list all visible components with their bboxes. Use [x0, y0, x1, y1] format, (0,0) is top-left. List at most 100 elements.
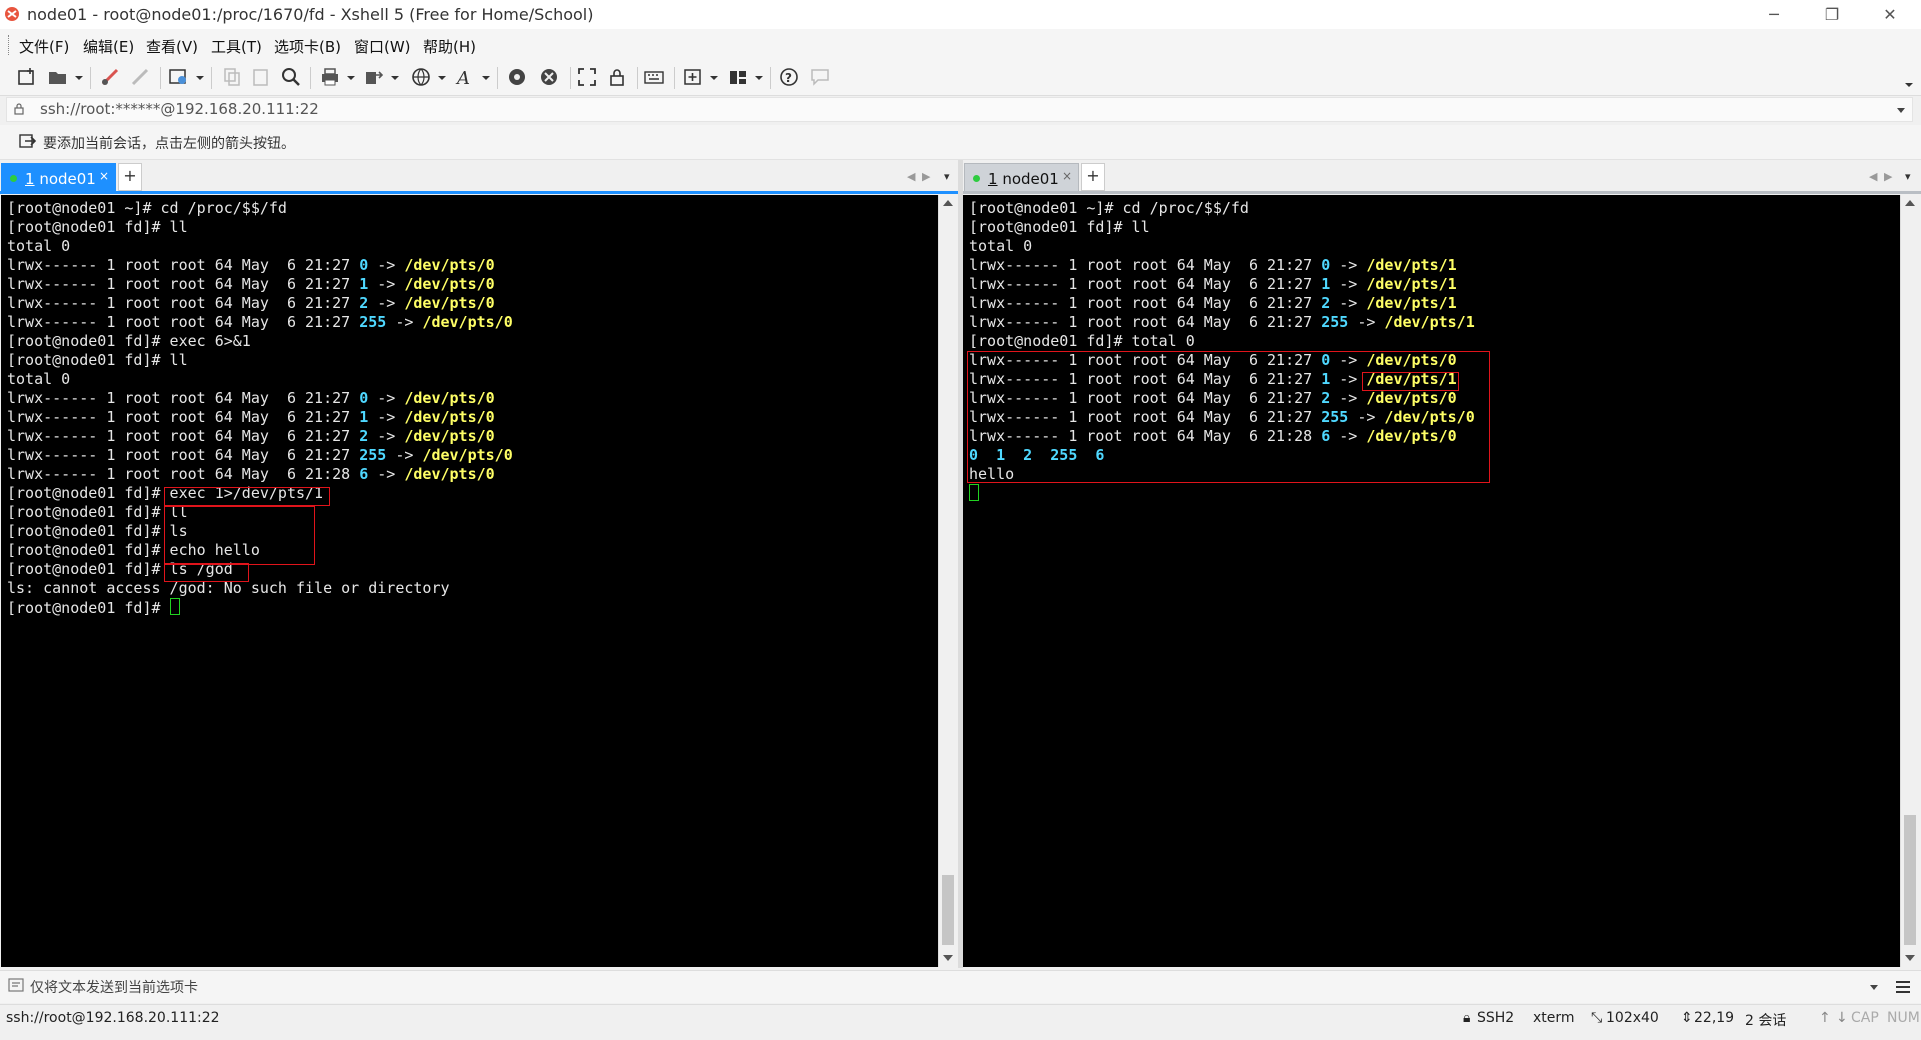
layout-dropdown-icon[interactable] — [755, 76, 763, 80]
status-caps: CAP — [1851, 1010, 1879, 1026]
terminal-right-scrollbar[interactable] — [1900, 195, 1920, 967]
window-title: node01 - root@node01:/proc/1670/fd - Xsh… — [27, 5, 594, 24]
copy-icon[interactable] — [221, 66, 243, 88]
scroll-down-icon[interactable] — [943, 955, 953, 961]
disconnect-icon[interactable] — [129, 66, 151, 88]
scroll-down-icon[interactable] — [1905, 955, 1915, 961]
tab-list-icon[interactable]: ▾ — [1905, 170, 1911, 183]
tab-scroll-left-icon[interactable]: ◀ — [907, 170, 915, 183]
terminal-right[interactable]: [root@node01 ~]# cd /proc/$$/fd [root@nod… — [963, 195, 1900, 967]
transfer-dropdown-icon[interactable] — [391, 76, 399, 80]
font-dropdown-icon[interactable] — [482, 76, 490, 80]
lock-icon[interactable] — [606, 66, 628, 88]
properties-icon[interactable] — [168, 66, 190, 88]
terminal-line: lrwx------ 1 root root 64 May 6 21:27 25… — [7, 313, 513, 332]
terminal-text: [root@node01 fd]# total 0 — [969, 332, 1195, 350]
terminal-line: total 0 — [7, 237, 513, 256]
terminal-line: [root@node01 fd]# ll — [7, 218, 513, 237]
device-path: /dev/pts/1 — [1366, 256, 1457, 274]
minimize-button[interactable]: ─ — [1745, 0, 1803, 29]
address-value[interactable]: ssh://root:******@192.168.20.111:22 — [40, 100, 319, 118]
tab-node01-right[interactable]: 1 node01 × — [964, 163, 1079, 192]
add-session-icon[interactable] — [682, 66, 704, 88]
fullscreen-icon[interactable] — [576, 66, 598, 88]
paste-icon[interactable] — [250, 66, 272, 88]
title-bar: node01 - root@node01:/proc/1670/fd - Xsh… — [0, 0, 1921, 29]
menu-view[interactable]: 查看(V) — [146, 36, 198, 57]
keyboard-icon[interactable] — [643, 66, 665, 88]
tab-close-icon[interactable]: × — [99, 169, 109, 183]
restore-button[interactable]: ❐ — [1803, 0, 1861, 29]
print-icon[interactable] — [319, 66, 341, 88]
tab-underline — [963, 191, 1921, 194]
chat-icon[interactable] — [809, 66, 831, 88]
address-dropdown-icon[interactable] — [1897, 108, 1905, 113]
tab-scroll-right-icon[interactable]: ▶ — [1884, 170, 1892, 183]
menu-edit[interactable]: 编辑(E) — [83, 36, 134, 57]
add-session-dropdown-icon[interactable] — [710, 76, 718, 80]
terminal-text: lrwx------ 1 root root 64 May 6 21:27 — [7, 427, 360, 445]
globe-dropdown-icon[interactable] — [438, 76, 446, 80]
font-icon[interactable]: A — [454, 66, 476, 89]
highlight-box — [967, 351, 1490, 483]
xftp-icon[interactable] — [506, 66, 528, 88]
menu-file[interactable]: 文件(F) — [19, 36, 69, 57]
help-icon[interactable]: ? — [778, 66, 800, 88]
tab-node01-left[interactable]: 1 node01 × — [1, 163, 116, 192]
scroll-up-icon[interactable] — [1905, 200, 1915, 206]
new-tab-button[interactable]: + — [1081, 163, 1105, 191]
xshell-logo-icon — [5, 7, 19, 21]
scroll-thumb[interactable] — [942, 875, 954, 945]
properties-dropdown-icon[interactable] — [196, 76, 204, 80]
terminal-text: lrwx------ 1 root root 64 May 6 21:27 — [7, 313, 360, 331]
tab-scroll-left-icon[interactable]: ◀ — [1869, 170, 1877, 183]
terminal-text: lrwx------ 1 root root 64 May 6 21:27 — [969, 256, 1322, 274]
terminal-line: lrwx------ 1 root root 64 May 6 21:27 1 … — [7, 408, 513, 427]
tab-scroll-right-icon[interactable]: ▶ — [922, 170, 930, 183]
globe-icon[interactable] — [410, 66, 432, 88]
compose-dropdown-icon[interactable] — [1870, 985, 1878, 990]
tab-number: 1 — [25, 170, 35, 188]
terminal-cursor — [169, 598, 180, 615]
svg-text:A: A — [455, 68, 470, 88]
new-tab-button[interactable]: + — [118, 163, 142, 191]
status-protocol: SSH2 — [1477, 1010, 1515, 1026]
tab-label: node01 — [1002, 170, 1059, 188]
add-session-arrow-icon[interactable] — [19, 133, 37, 151]
menu-tools[interactable]: 工具(T) — [211, 36, 262, 57]
terminal-text: [root@node01 fd]# ll — [7, 503, 188, 521]
device-path: /dev/pts/0 — [404, 389, 495, 407]
terminal-left-scrollbar[interactable] — [938, 195, 958, 967]
terminal-left[interactable]: [root@node01 ~]# cd /proc/$$/fd [root@nod… — [1, 195, 938, 967]
tab-close-icon[interactable]: × — [1062, 169, 1072, 183]
device-path: /dev/pts/0 — [404, 275, 495, 293]
terminal-text: -> — [368, 275, 405, 293]
new-session-icon[interactable] — [16, 66, 38, 88]
layout-icon[interactable] — [727, 66, 749, 88]
close-button[interactable]: ✕ — [1861, 0, 1919, 29]
fd-number: 1 — [359, 408, 369, 426]
status-sessions: 2 会话 — [1745, 1013, 1787, 1029]
print-dropdown-icon[interactable] — [347, 76, 355, 80]
find-icon[interactable] — [280, 66, 302, 88]
menu-window[interactable]: 窗口(W) — [354, 36, 411, 57]
menu-icon[interactable] — [1895, 980, 1911, 994]
xmanager-icon[interactable] — [538, 66, 560, 88]
fd-number: 6 — [359, 465, 369, 483]
menu-help[interactable]: 帮助(H) — [423, 36, 476, 57]
compose-bar[interactable] — [0, 970, 1921, 1003]
connect-icon[interactable] — [99, 66, 121, 88]
open-dropdown-icon[interactable] — [75, 76, 83, 80]
scroll-thumb[interactable] — [1904, 815, 1916, 945]
tab-list-icon[interactable]: ▾ — [944, 170, 950, 183]
toolbar-overflow-icon[interactable] — [1905, 83, 1913, 87]
compose-text[interactable]: 仅将文本发送到当前选项卡 — [30, 977, 198, 997]
scroll-up-icon[interactable] — [943, 200, 953, 206]
terminal-text: total 0 — [7, 370, 71, 388]
menu-tabs[interactable]: 选项卡(B) — [274, 36, 341, 57]
open-folder-icon[interactable] — [47, 66, 69, 88]
transfer-icon[interactable] — [363, 66, 385, 88]
status-terminal: xterm — [1533, 1010, 1575, 1026]
terminal-line: lrwx------ 1 root root 64 May 6 21:27 0 … — [7, 256, 513, 275]
status-cursor-icon: ⇕ — [1681, 1010, 1693, 1026]
